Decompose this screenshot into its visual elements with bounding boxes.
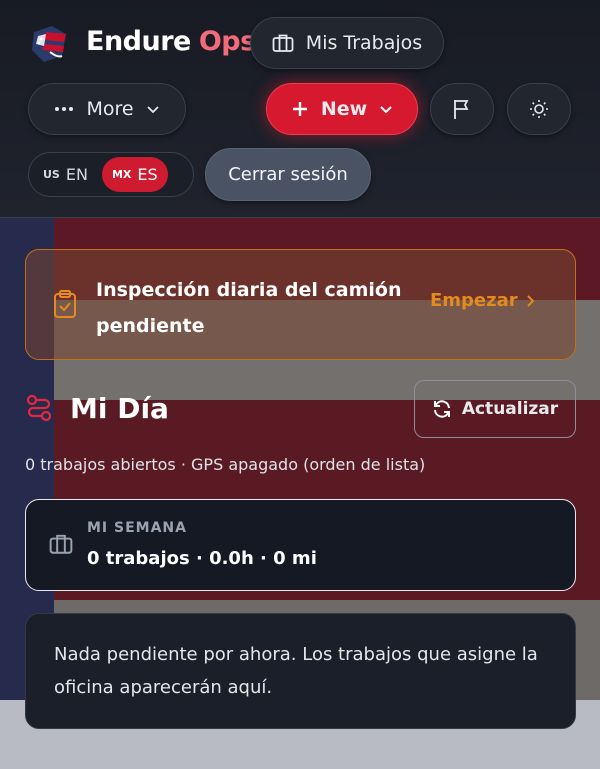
lang-es-label: ES <box>137 165 158 184</box>
lang-option-es[interactable]: MX ES <box>101 157 168 192</box>
new-label: New <box>320 98 368 120</box>
briefcase-icon <box>272 34 294 52</box>
report-flag-button[interactable] <box>430 83 494 135</box>
empty-state-text: Nada pendiente por ahora. Los trabajos q… <box>54 644 538 698</box>
theme-toggle-button[interactable] <box>507 83 571 135</box>
plus-icon <box>292 102 307 116</box>
jobs-status-text: 0 trabajos abiertos · GPS apagado (orden… <box>25 455 426 474</box>
flag-icon <box>454 100 469 119</box>
sun-icon <box>530 100 548 118</box>
briefcase-icon <box>49 533 73 559</box>
chevron-down-icon <box>146 105 159 113</box>
chevron-right-icon <box>526 294 535 307</box>
inspection-text: Inspección diaria del camión pendiente <box>96 279 402 337</box>
top-header: Endure Ops Mis Trabajos More New US EN MX… <box>0 0 600 218</box>
lang-en-label: EN <box>65 165 88 184</box>
my-jobs-button[interactable]: Mis Trabajos <box>250 17 444 69</box>
new-button[interactable]: New <box>266 83 418 135</box>
my-week-card[interactable]: MI SEMANA 0 trabajos · 0.0h · 0 mi <box>25 499 576 591</box>
logout-label: Cerrar sesión <box>228 164 348 185</box>
brand-word-1: Endure <box>86 26 191 57</box>
empty-state-card: Nada pendiente por ahora. Los trabajos q… <box>25 613 576 729</box>
brand-word-2: Ops <box>198 26 256 57</box>
start-label: Empezar <box>430 290 518 311</box>
refresh-label: Actualizar <box>461 399 559 419</box>
logout-button[interactable]: Cerrar sesión <box>205 148 371 201</box>
more-label: More <box>86 98 134 120</box>
my-jobs-label: Mis Trabajos <box>305 32 423 54</box>
start-inspection-link[interactable]: Empezar <box>430 290 535 311</box>
refresh-icon <box>433 400 450 418</box>
brand-title[interactable]: Endure Ops <box>86 26 256 57</box>
chevron-down-icon <box>380 105 392 113</box>
more-menu-button[interactable]: More <box>28 83 186 135</box>
clipboard-check-icon <box>52 289 78 323</box>
logo-flag-icon <box>28 22 72 66</box>
page-title: Mi Día <box>70 392 169 425</box>
language-switcher: US EN MX ES <box>28 152 194 197</box>
dots-icon <box>55 107 74 111</box>
lang-es-code: MX <box>111 168 132 181</box>
lang-en-code: US <box>43 168 60 181</box>
inspection-banner[interactable]: Inspección diaria del camión pendiente E… <box>25 249 576 360</box>
refresh-button[interactable]: Actualizar <box>414 380 576 438</box>
route-icon <box>25 394 53 426</box>
lang-option-en[interactable]: US EN <box>33 157 98 192</box>
my-week-summary: 0 trabajos · 0.0h · 0 mi <box>87 548 317 569</box>
my-week-label: MI SEMANA <box>87 520 187 536</box>
